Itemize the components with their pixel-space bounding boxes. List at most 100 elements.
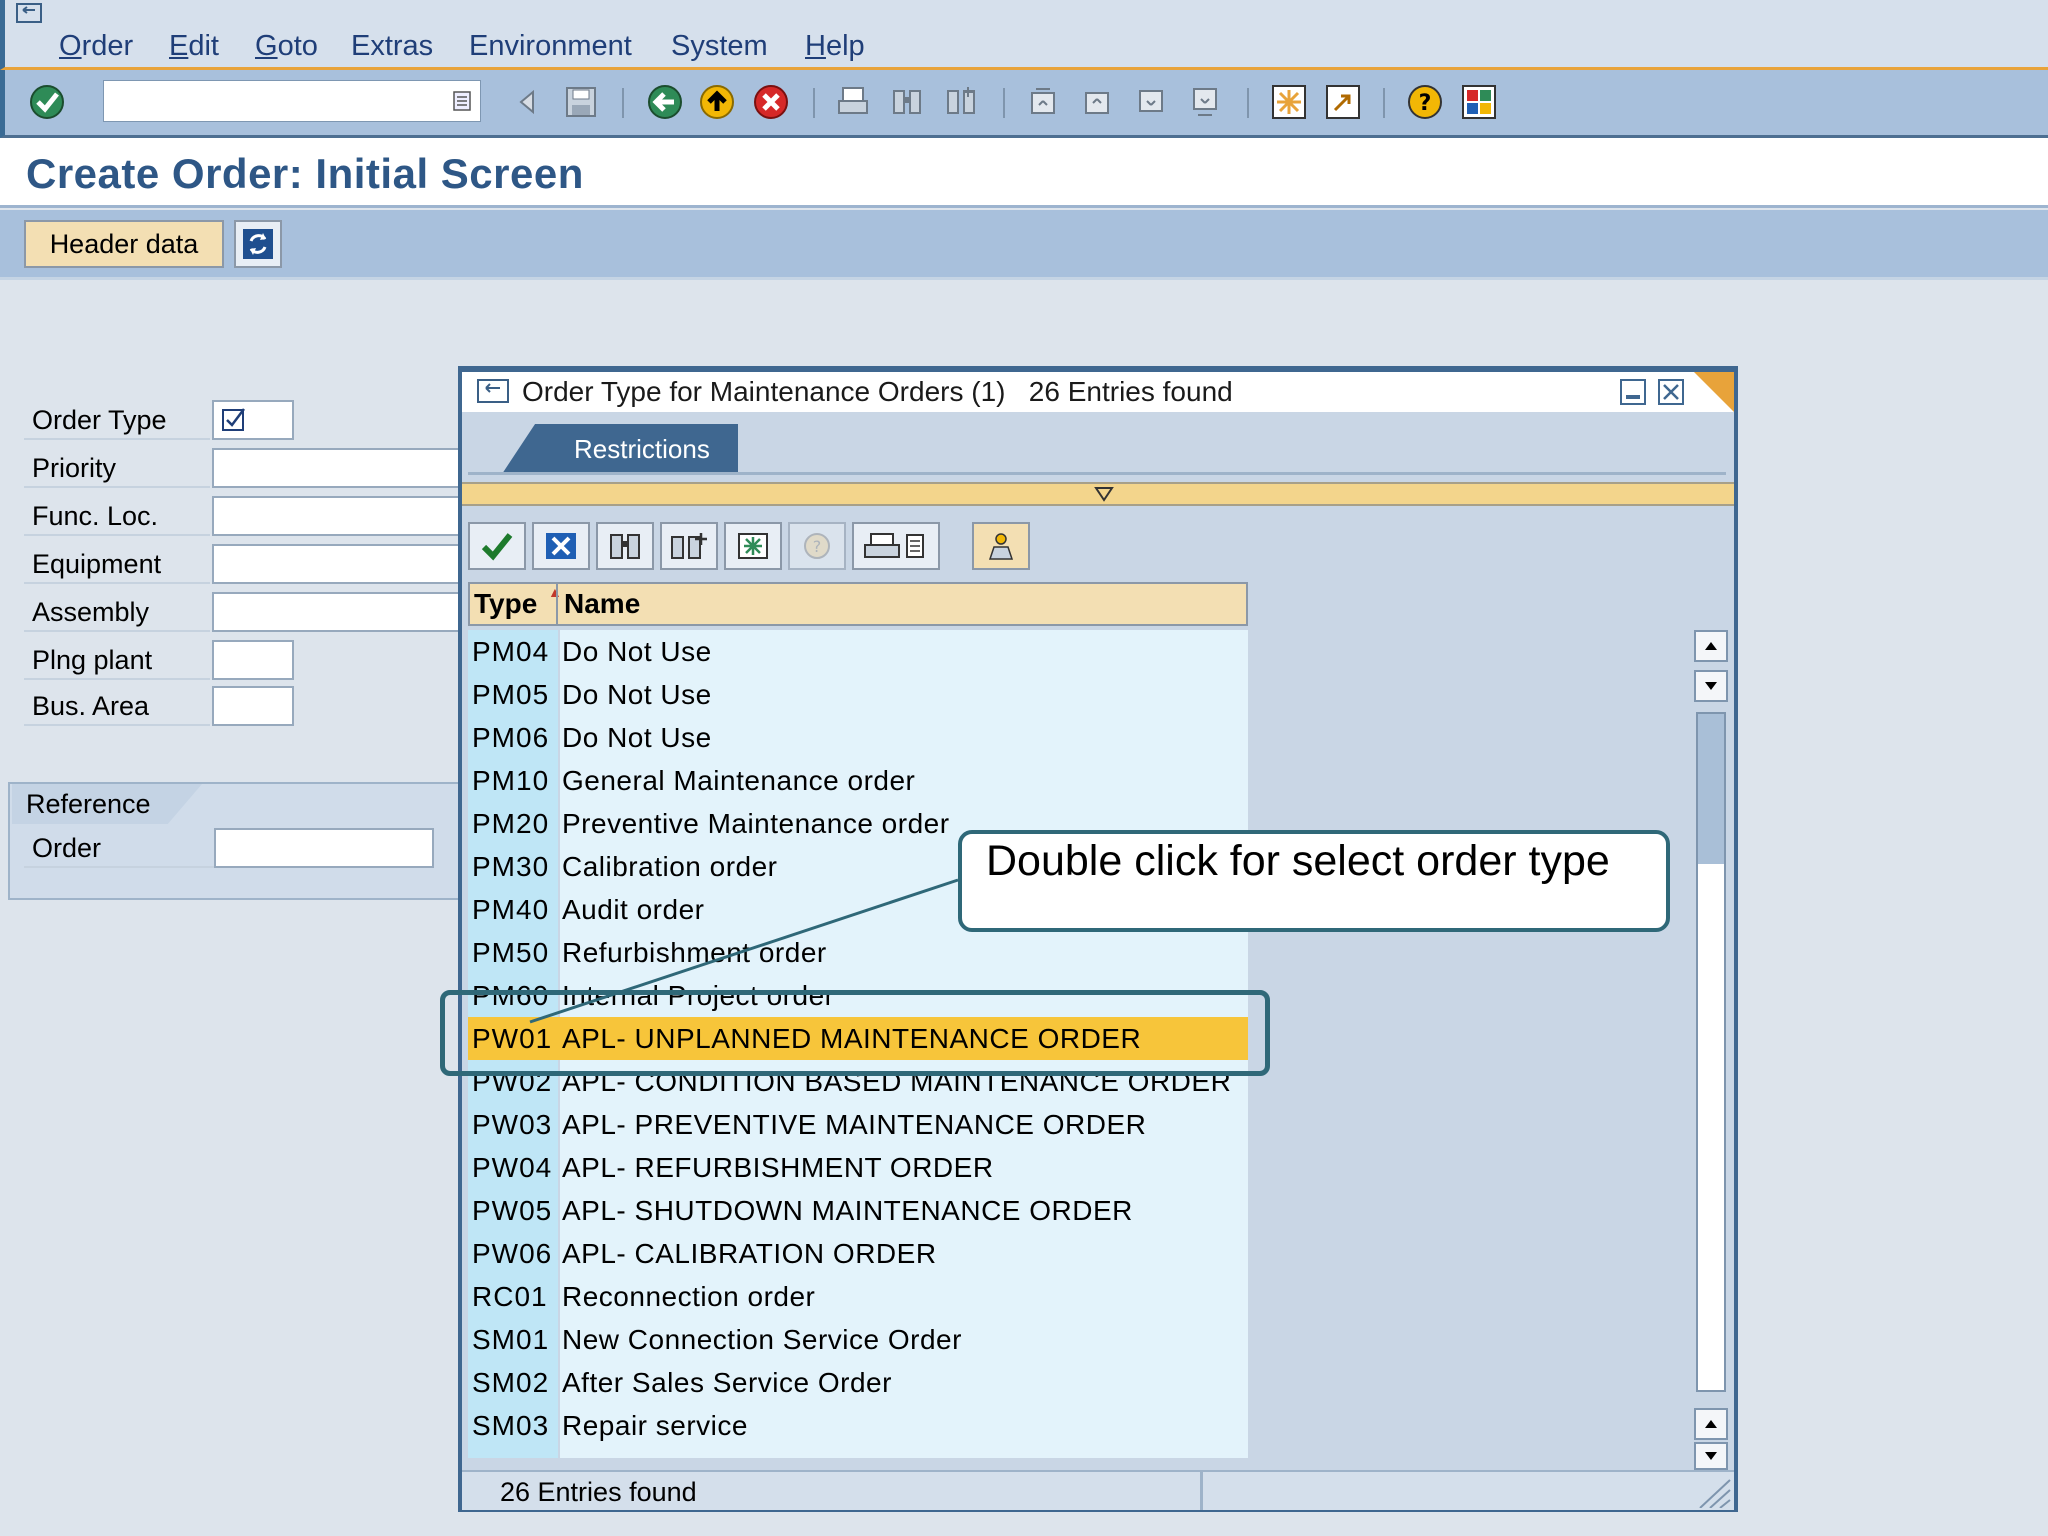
table-row[interactable]: SM01 New Connection Service Order — [468, 1318, 1248, 1361]
page-up-icon[interactable] — [1694, 1408, 1728, 1440]
column-divider[interactable] — [556, 584, 558, 624]
command-history-icon[interactable] — [452, 90, 472, 112]
menu-help[interactable]: Help — [805, 30, 865, 63]
table-row[interactable]: PM04 Do Not Use — [468, 630, 1248, 673]
print-list-icon[interactable] — [852, 522, 940, 570]
new-entries-icon[interactable] — [724, 522, 782, 570]
assembly-label: Assembly — [24, 592, 210, 632]
order-type-name: Repair service — [562, 1410, 748, 1441]
order-type-name: APL- CALIBRATION ORDER — [562, 1238, 937, 1269]
reference-order-field[interactable] — [214, 828, 434, 868]
vertical-scrollbar[interactable] — [1694, 630, 1730, 1470]
print-icon[interactable] — [833, 82, 873, 122]
func-loc-field[interactable] — [212, 496, 462, 536]
scroll-down-icon[interactable] — [1694, 670, 1728, 702]
dialog-toolbar: ? — [468, 520, 1730, 574]
order-type-code: PW05 — [472, 1195, 553, 1226]
last-page-icon[interactable] — [1185, 82, 1225, 122]
table-row[interactable]: PW05 APL- SHUTDOWN MAINTENANCE ORDER — [468, 1189, 1248, 1232]
dialog-find-icon[interactable] — [596, 522, 654, 570]
dialog-title: Order Type for Maintenance Orders (1) 26… — [522, 376, 1233, 407]
table-row[interactable]: PM05 Do Not Use — [468, 673, 1248, 716]
assembly-field[interactable] — [212, 592, 462, 632]
svg-text:?: ? — [813, 537, 822, 556]
tab-divider — [468, 472, 1726, 475]
back-arrow-icon[interactable] — [507, 82, 547, 122]
menu-goto[interactable]: Goto — [255, 30, 318, 63]
table-row[interactable]: SM02 After Sales Service Order — [468, 1361, 1248, 1404]
system-toolbar: ? — [0, 70, 2048, 138]
table-row[interactable]: PW03 APL- PREVENTIVE MAINTENANCE ORDER — [468, 1103, 1248, 1146]
bus-area-field[interactable] — [212, 686, 294, 726]
scroll-thumb[interactable] — [1698, 714, 1724, 864]
table-row[interactable]: SM03 Repair service — [468, 1404, 1248, 1447]
layout-menu-icon[interactable] — [1459, 82, 1499, 122]
tab-restrictions[interactable]: Restrictions — [502, 424, 738, 474]
command-field[interactable] — [103, 80, 481, 122]
plng-plant-field[interactable] — [212, 640, 294, 680]
order-type-code: SM02 — [472, 1367, 550, 1398]
scroll-track[interactable] — [1696, 712, 1726, 1392]
order-type-code: SM03 — [472, 1410, 550, 1441]
order-type-name: Audit order — [562, 894, 705, 925]
collapse-arrow-icon[interactable] — [1094, 485, 1114, 503]
plng-plant-label: Plng plant — [24, 640, 210, 680]
shortcut-icon[interactable] — [1323, 82, 1363, 122]
dialog-corner-accent — [1694, 372, 1734, 412]
table-row[interactable]: PM06 Do Not Use — [468, 716, 1248, 759]
order-type-name: Reconnection order — [562, 1281, 816, 1312]
menu-extras[interactable]: Extras — [351, 30, 433, 63]
minimize-icon[interactable] — [1620, 379, 1646, 405]
func-loc-label: Func. Loc. — [24, 496, 210, 536]
table-row[interactable]: PW06 APL- CALIBRATION ORDER — [468, 1232, 1248, 1275]
resize-grip-icon[interactable] — [1692, 1474, 1732, 1508]
previous-page-icon[interactable] — [1077, 82, 1117, 122]
page-down-icon[interactable] — [1694, 1442, 1728, 1470]
order-type-code: PM30 — [472, 851, 550, 882]
order-type-code: PM05 — [472, 679, 550, 710]
first-page-icon[interactable] — [1023, 82, 1063, 122]
status-text: 26 Entries found — [500, 1477, 697, 1507]
back-icon[interactable] — [645, 82, 685, 122]
scroll-up-icon[interactable] — [1694, 630, 1728, 662]
continue-check-icon[interactable] — [468, 522, 526, 570]
order-type-code: PM06 — [472, 722, 550, 753]
menu-order[interactable]: Order — [59, 30, 133, 63]
order-type-code: PM10 — [472, 765, 550, 796]
priority-field[interactable] — [212, 448, 462, 488]
find-next-icon[interactable] — [941, 82, 981, 122]
column-header-type[interactable]: Type — [474, 588, 537, 620]
save-icon[interactable] — [561, 82, 601, 122]
create-session-icon[interactable] — [1269, 82, 1309, 122]
refresh-icon[interactable] — [234, 220, 282, 268]
next-page-icon[interactable] — [1131, 82, 1171, 122]
column-header-name[interactable]: Name — [564, 588, 640, 620]
table-row[interactable]: PM10 General Maintenance order — [468, 759, 1248, 802]
collapse-restrictions-bar[interactable] — [462, 482, 1734, 506]
order-type-name: Do Not Use — [562, 679, 712, 710]
table-row[interactable]: PW04 APL- REFURBISHMENT ORDER — [468, 1146, 1248, 1189]
menu-system[interactable]: System — [671, 30, 768, 63]
equipment-field[interactable] — [212, 544, 462, 584]
dialog-cancel-icon[interactable] — [532, 522, 590, 570]
order-type-code: PM40 — [472, 894, 550, 925]
table-row[interactable]: RC01 Reconnection order — [468, 1275, 1248, 1318]
cancel-icon[interactable] — [751, 82, 791, 122]
order-type-code: RC01 — [472, 1281, 548, 1312]
close-icon[interactable] — [1658, 379, 1684, 405]
header-data-button[interactable]: Header data — [24, 220, 224, 268]
find-icon[interactable] — [887, 82, 927, 122]
personal-list-icon[interactable] — [972, 522, 1030, 570]
enter-check-icon[interactable] — [27, 82, 67, 122]
menu-environment[interactable]: Environment — [469, 30, 632, 63]
exit-icon[interactable] — [697, 82, 737, 122]
required-check-icon — [222, 408, 245, 431]
dialog-menu-icon[interactable] — [476, 378, 512, 406]
value-help-dialog: Order Type for Maintenance Orders (1) 26… — [458, 366, 1738, 1512]
table-row[interactable]: PM50 Refurbishment order — [468, 931, 1248, 974]
order-type-field[interactable] — [212, 400, 294, 440]
help-icon[interactable]: ? — [1405, 82, 1445, 122]
menu-edit[interactable]: Edit — [169, 30, 219, 63]
system-menu-icon[interactable] — [15, 2, 45, 26]
dialog-find-next-icon[interactable] — [660, 522, 718, 570]
